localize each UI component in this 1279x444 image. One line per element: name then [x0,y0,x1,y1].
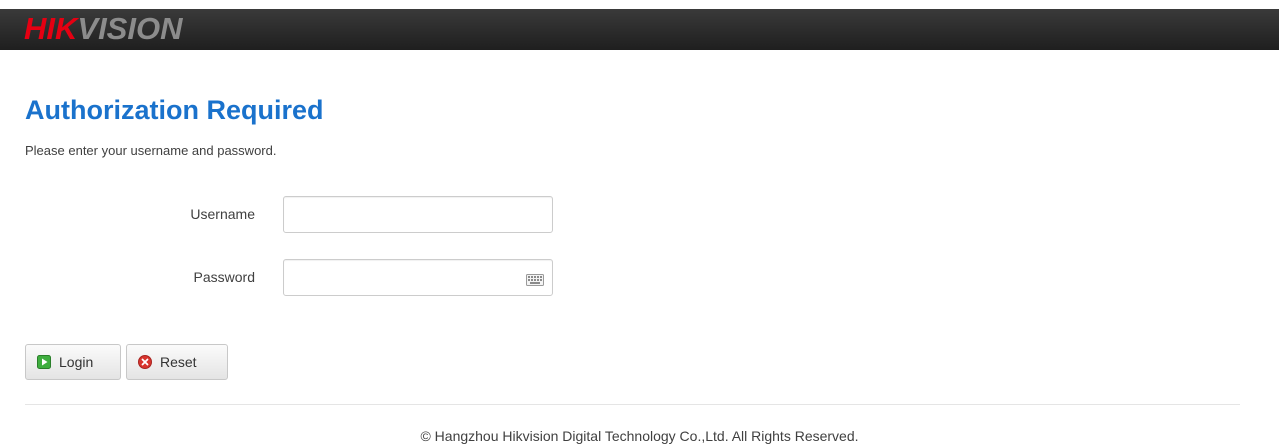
login-button-label: Login [59,354,94,370]
page-title: Authorization Required [25,95,324,125]
page-subtitle: Please enter your username and password. [25,143,277,158]
hikvision-logo: HIKVISION [24,12,182,46]
close-icon [138,355,152,369]
keyboard-icon[interactable] [526,274,544,286]
password-label: Password [193,269,255,285]
copyright-text: © Hangzhou Hikvision Digital Technology … [420,428,859,444]
reset-button[interactable]: Reset [126,344,228,380]
password-input[interactable] [283,259,553,296]
username-label: Username [190,206,255,222]
logo-hik-text: HIK [24,11,78,46]
reset-button-label: Reset [160,354,197,370]
play-icon [37,355,51,369]
logo-vision-text: VISION [77,11,183,46]
login-button[interactable]: Login [25,344,121,380]
top-header-bar: HIKVISION [0,9,1279,50]
username-input[interactable] [283,196,553,233]
footer-divider [25,404,1240,405]
